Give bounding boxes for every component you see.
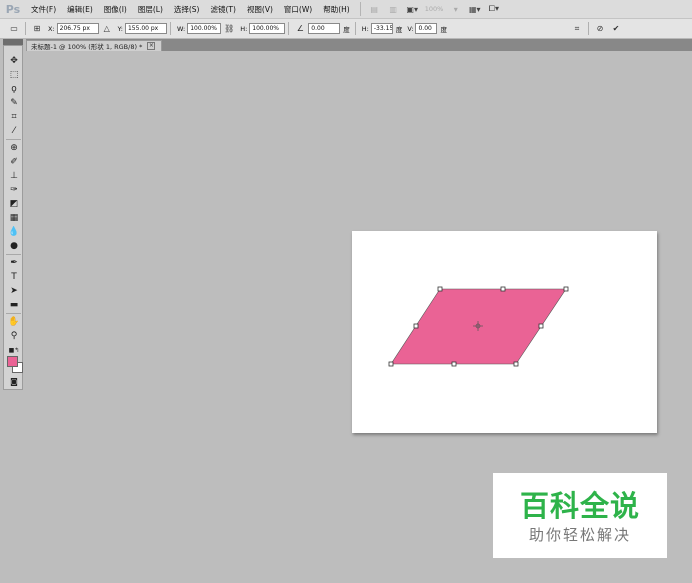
- cancel-transform-icon[interactable]: ⊘: [594, 23, 606, 35]
- hskew-label: H:: [361, 24, 369, 33]
- menu-layer[interactable]: 图层(L): [133, 4, 169, 15]
- lasso-tool-icon[interactable]: ϙ: [7, 83, 21, 95]
- zoom-dropdown-icon[interactable]: ▾: [449, 3, 462, 16]
- bridge-icon[interactable]: ▤: [368, 3, 381, 16]
- type-tool-icon[interactable]: T: [7, 271, 21, 283]
- options-divider: [354, 22, 356, 35]
- hskew-field[interactable]: -33.15: [370, 23, 393, 34]
- mini-bridge-icon[interactable]: ▥: [387, 3, 400, 16]
- shape-tool-icon[interactable]: ▬: [7, 299, 21, 311]
- warp-mode-icon[interactable]: ⌗: [571, 23, 583, 35]
- tools-divider: [6, 139, 21, 140]
- marquee-tool-icon[interactable]: ⬚: [7, 69, 21, 81]
- hand-tool-icon[interactable]: ✋: [7, 316, 21, 328]
- shape-layer: [388, 286, 569, 367]
- handle-top-right[interactable]: [563, 286, 569, 292]
- menu-window[interactable]: 窗口(W): [279, 4, 318, 15]
- tool-preset-icon[interactable]: ▭: [8, 23, 20, 35]
- brush-tool-icon[interactable]: ✐: [7, 156, 21, 168]
- commit-transform-icon[interactable]: ✔: [610, 23, 622, 35]
- swap-colors-icon[interactable]: ■↰: [7, 344, 21, 356]
- eraser-tool-icon[interactable]: ◩: [7, 198, 21, 210]
- close-icon[interactable]: ×: [147, 42, 156, 50]
- watermark: 百科全说 助你轻松解决: [493, 473, 667, 558]
- handle-middle-right[interactable]: [538, 323, 544, 329]
- angle-unit: 度: [343, 25, 350, 34]
- w-label: W:: [176, 24, 186, 33]
- app-logo: Ps: [5, 2, 21, 16]
- path-selection-tool-icon[interactable]: ➤: [7, 285, 21, 297]
- document-tab-title: 未标题-1 @ 100% (形状 1, RGB/8) *: [31, 43, 143, 51]
- tools-panel: ✥ ⬚ ϙ ✎ ⌗ ⁄ ⊕ ✐ ⊥ ✑ ◩ ▦ 💧 ● ✒ T ➤ ▬ ✋ ⚲ …: [3, 45, 23, 390]
- options-bar: ▭ ⊞ X: 206.75 px △ Y: 155.00 px W: 100.0…: [0, 19, 692, 39]
- options-divider: [25, 22, 26, 35]
- handle-middle-left[interactable]: [413, 323, 419, 329]
- document-tab[interactable]: 未标题-1 @ 100% (形状 1, RGB/8) * ×: [26, 40, 162, 51]
- tools-divider: [6, 313, 21, 314]
- height-field[interactable]: 100.00%: [249, 23, 286, 34]
- screen-mode-icon[interactable]: ⧠▾: [487, 3, 500, 16]
- menu-filter[interactable]: 滤镜(T): [206, 4, 242, 15]
- reference-point-icon[interactable]: ⊞: [31, 23, 43, 35]
- menu-select[interactable]: 选择(S): [169, 4, 206, 15]
- zoom-level[interactable]: 100%: [425, 5, 444, 13]
- options-divider: [169, 22, 171, 35]
- watermark-subtitle: 助你轻松解决: [528, 526, 631, 544]
- x-label: X:: [48, 24, 55, 33]
- menu-image[interactable]: 图像(I): [99, 4, 133, 15]
- menu-divider: [359, 2, 361, 16]
- vskew-unit: 度: [440, 25, 447, 34]
- angle-field[interactable]: 0.00: [308, 23, 341, 34]
- document-canvas[interactable]: [352, 231, 657, 433]
- pen-tool-icon[interactable]: ✒: [7, 257, 21, 269]
- quick-mask-icon[interactable]: ◙: [7, 375, 21, 387]
- angle-icon: ∠: [296, 24, 304, 33]
- width-field[interactable]: 100.00%: [187, 23, 222, 34]
- history-brush-tool-icon[interactable]: ✑: [7, 184, 21, 196]
- menu-view[interactable]: 视图(V): [242, 4, 279, 15]
- h-label: H:: [240, 24, 248, 33]
- relative-position-icon[interactable]: △: [101, 23, 113, 35]
- eyedropper-tool-icon[interactable]: ⁄: [7, 125, 21, 137]
- move-tool-icon[interactable]: ✥: [7, 55, 21, 67]
- arrange-documents-icon[interactable]: ▦▾: [468, 3, 481, 16]
- vskew-field[interactable]: 0.00: [415, 23, 438, 34]
- hskew-unit: 度: [395, 25, 403, 34]
- options-divider: [588, 22, 589, 35]
- foreground-color-swatch[interactable]: [7, 356, 18, 367]
- menu-help[interactable]: 帮助(H): [318, 4, 356, 15]
- y-label: Y:: [117, 24, 123, 33]
- watermark-title: 百科全说: [519, 489, 640, 523]
- dodge-tool-icon[interactable]: ●: [7, 240, 21, 252]
- menu-bar: Ps 文件(F) 编辑(E) 图像(I) 图层(L) 选择(S) 滤镜(T) 视…: [0, 0, 692, 19]
- link-icon[interactable]: ⛓: [223, 23, 235, 35]
- options-divider: [288, 22, 290, 35]
- handle-top-left[interactable]: [437, 286, 443, 292]
- handle-top-middle[interactable]: [500, 286, 506, 292]
- tools-divider: [6, 254, 21, 255]
- x-field[interactable]: 206.75 px: [56, 23, 99, 34]
- vskew-label: V:: [407, 24, 414, 33]
- quick-select-tool-icon[interactable]: ✎: [7, 97, 21, 109]
- handle-bottom-left[interactable]: [388, 361, 394, 367]
- y-field[interactable]: 155.00 px: [124, 23, 167, 34]
- view-extras-icon[interactable]: ▣▾: [406, 3, 419, 16]
- menu-edit[interactable]: 编辑(E): [62, 4, 99, 15]
- crop-tool-icon[interactable]: ⌗: [7, 111, 21, 123]
- clone-stamp-tool-icon[interactable]: ⊥: [7, 170, 21, 182]
- blur-tool-icon[interactable]: 💧: [7, 226, 21, 238]
- zoom-tool-icon[interactable]: ⚲: [7, 330, 21, 342]
- healing-brush-tool-icon[interactable]: ⊕: [7, 142, 21, 154]
- gradient-tool-icon[interactable]: ▦: [7, 212, 21, 224]
- handle-bottom-middle[interactable]: [451, 361, 457, 367]
- handle-bottom-right[interactable]: [513, 361, 519, 367]
- menu-file[interactable]: 文件(F): [26, 4, 62, 15]
